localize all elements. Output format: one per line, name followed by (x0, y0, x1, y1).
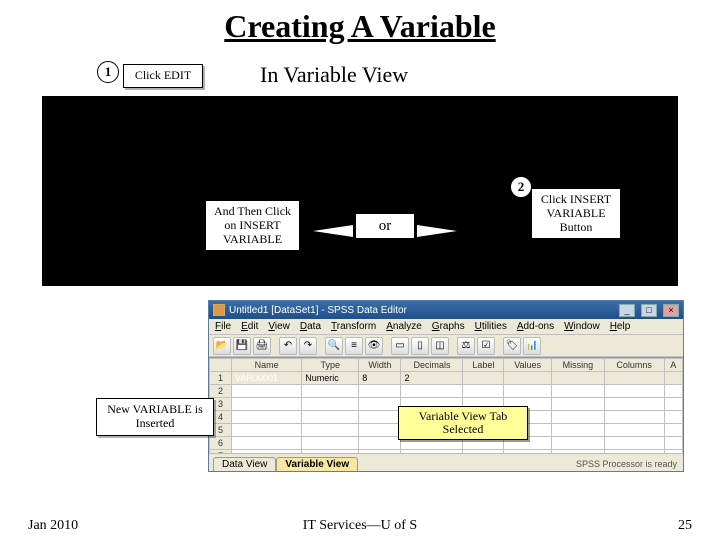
tab-data-view[interactable]: Data View (213, 457, 276, 471)
callout-click-edit: Click EDIT (123, 64, 203, 88)
open-icon[interactable]: 📂 (213, 337, 231, 355)
cell-type: Numeric (302, 372, 359, 385)
menu-help[interactable]: Help (610, 321, 631, 332)
spss-window: Untitled1 [DataSet1] - SPSS Data Editor … (208, 300, 684, 472)
undo-icon[interactable]: ↶ (279, 337, 297, 355)
menu-view[interactable]: View (268, 321, 290, 332)
or-connector: or (355, 213, 415, 239)
use-sets-icon[interactable]: 📊 (523, 337, 541, 355)
goto-icon[interactable]: 🔍 (325, 337, 343, 355)
slide-title: Creating A Variable (0, 8, 720, 45)
spss-menubar[interactable]: File Edit View Data Transform Analyze Gr… (209, 319, 683, 335)
callout-insert-variable-menu: And Then Click on INSERT VARIABLE (205, 200, 300, 251)
table-row[interactable]: 1 VAR00001 Numeric 8 2 (210, 372, 683, 385)
spss-toolbar: 📂 💾 🖨 ↶ ↷ 🔍 ≡ 👁 ▭ ▯ ◫ ⚖ ☑ 🏷 📊 (209, 335, 683, 357)
maximize-button[interactable]: □ (641, 304, 657, 317)
insert-case-icon[interactable]: ▭ (391, 337, 409, 355)
callout-insert-variable-button: Click INSERT VARIABLE Button (531, 188, 621, 239)
minimize-button[interactable]: _ (619, 304, 635, 317)
save-icon[interactable]: 💾 (233, 337, 251, 355)
menu-utilities[interactable]: Utilities (475, 321, 507, 332)
print-icon[interactable]: 🖨 (253, 337, 271, 355)
close-button[interactable]: × (663, 304, 679, 317)
vars-icon[interactable]: ≡ (345, 337, 363, 355)
select-icon[interactable]: ☑ (477, 337, 495, 355)
menu-addons[interactable]: Add-ons (517, 321, 554, 332)
slide-number: 25 (678, 518, 692, 534)
arrow-left-icon (313, 225, 353, 237)
menu-edit[interactable]: Edit (241, 321, 258, 332)
step-badge-2: 2 (510, 176, 532, 198)
step-badge-1: 1 (97, 61, 119, 83)
menu-data[interactable]: Data (300, 321, 321, 332)
weight-icon[interactable]: ⚖ (457, 337, 475, 355)
cell-width: 8 (359, 372, 401, 385)
menu-graphs[interactable]: Graphs (432, 321, 465, 332)
insert-variable-icon[interactable]: ▯ (411, 337, 429, 355)
callout-new-variable-inserted: New VARIABLE is Inserted (96, 398, 214, 436)
menu-transform[interactable]: Transform (331, 321, 376, 332)
menu-analyze[interactable]: Analyze (386, 321, 422, 332)
menu-window[interactable]: Window (564, 321, 600, 332)
find-icon[interactable]: 👁 (365, 337, 383, 355)
app-icon (213, 304, 225, 316)
value-labels-icon[interactable]: 🏷 (503, 337, 521, 355)
slide-subtitle: In Variable View (260, 62, 408, 88)
cell-decimals: 2 (401, 372, 463, 385)
cell-name: VAR00001 (232, 372, 302, 385)
arrow-right-icon (417, 225, 457, 237)
tab-variable-view[interactable]: Variable View (276, 457, 358, 471)
spss-title-text: Untitled1 [DataSet1] - SPSS Data Editor (229, 305, 613, 316)
split-icon[interactable]: ◫ (431, 337, 449, 355)
table-header-row: Name Type Width Decimals Label Values Mi… (210, 359, 683, 372)
redo-icon[interactable]: ↷ (299, 337, 317, 355)
table-row[interactable]: 2 (210, 385, 683, 398)
spss-titlebar: Untitled1 [DataSet1] - SPSS Data Editor … (209, 301, 683, 319)
callout-variable-view-selected: Variable View Tab Selected (398, 406, 528, 440)
footer-org: IT Services—U of S (0, 518, 720, 534)
menu-file[interactable]: File (215, 321, 231, 332)
spss-status-text: SPSS Processor is ready (576, 459, 677, 469)
